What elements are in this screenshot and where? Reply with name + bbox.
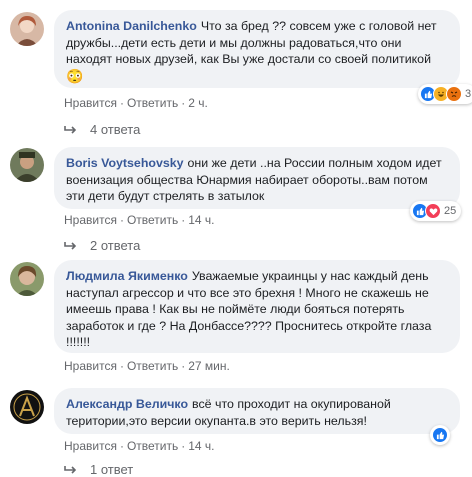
- reply-arrow-icon: [64, 241, 77, 250]
- love-icon: [425, 203, 441, 219]
- avatar[interactable]: [10, 390, 44, 424]
- comment-actions: Нравится · Ответить · 14 ч.: [64, 213, 215, 227]
- like-link[interactable]: Нравится: [64, 213, 117, 227]
- replies-count: 1 ответ: [90, 462, 134, 477]
- comment-author[interactable]: Александр Величко: [66, 397, 188, 411]
- comment-bubble: Boris Voytsehovsky они же дети ..на Росси…: [54, 147, 460, 209]
- reply-link[interactable]: Ответить: [127, 96, 178, 110]
- like-link[interactable]: Нравится: [64, 359, 117, 373]
- comment-time[interactable]: 2 ч.: [188, 96, 208, 110]
- flushed-emoji-icon: 😳: [66, 67, 84, 84]
- comment-bubble: Antonina Danilchenko Что за бред ?? совсе…: [54, 10, 460, 88]
- like-icon: [432, 427, 448, 443]
- reply-arrow-icon: [64, 125, 77, 134]
- like-link[interactable]: Нравится: [64, 96, 117, 110]
- angry-icon: [446, 86, 462, 102]
- comment-time[interactable]: 14 ч.: [188, 213, 214, 227]
- comment-actions: Нравится · Ответить · 27 мин.: [64, 359, 230, 373]
- reply-link[interactable]: Ответить: [127, 213, 178, 227]
- reaction-summary[interactable]: [430, 425, 450, 445]
- comment-actions: Нравится · Ответить · 2 ч.: [64, 96, 208, 110]
- reaction-count: 3: [465, 88, 472, 100]
- comment-author[interactable]: Людмила Якименко: [66, 269, 188, 283]
- avatar[interactable]: [10, 262, 44, 296]
- view-replies-link[interactable]: 4 ответа: [64, 122, 140, 137]
- view-replies-link[interactable]: 2 ответа: [64, 238, 140, 253]
- reaction-summary[interactable]: 3: [418, 84, 472, 104]
- replies-count: 2 ответа: [90, 238, 141, 253]
- comment-bubble: Людмила Якименко Уважаемые украинцы у нас…: [54, 260, 460, 353]
- comment-actions: Нравится · Ответить · 14 ч.: [64, 439, 215, 453]
- view-replies-link[interactable]: 1 ответ: [64, 462, 133, 477]
- like-link[interactable]: Нравится: [64, 439, 117, 453]
- replies-count: 4 ответа: [90, 122, 141, 137]
- comment-author[interactable]: Antonina Danilchenko: [66, 19, 197, 33]
- avatar[interactable]: [10, 148, 44, 182]
- reaction-summary[interactable]: 25: [410, 201, 462, 221]
- reply-link[interactable]: Ответить: [127, 359, 178, 373]
- comment-bubble: Александр Величко всё что проходит на оку…: [54, 388, 460, 434]
- reply-arrow-icon: [64, 465, 77, 474]
- reaction-count: 25: [444, 205, 457, 217]
- reply-link[interactable]: Ответить: [127, 439, 178, 453]
- avatar[interactable]: [10, 12, 44, 46]
- comment-time[interactable]: 14 ч.: [188, 439, 214, 453]
- comment-time[interactable]: 27 мин.: [188, 359, 230, 373]
- comment-author[interactable]: Boris Voytsehovsky: [66, 156, 184, 170]
